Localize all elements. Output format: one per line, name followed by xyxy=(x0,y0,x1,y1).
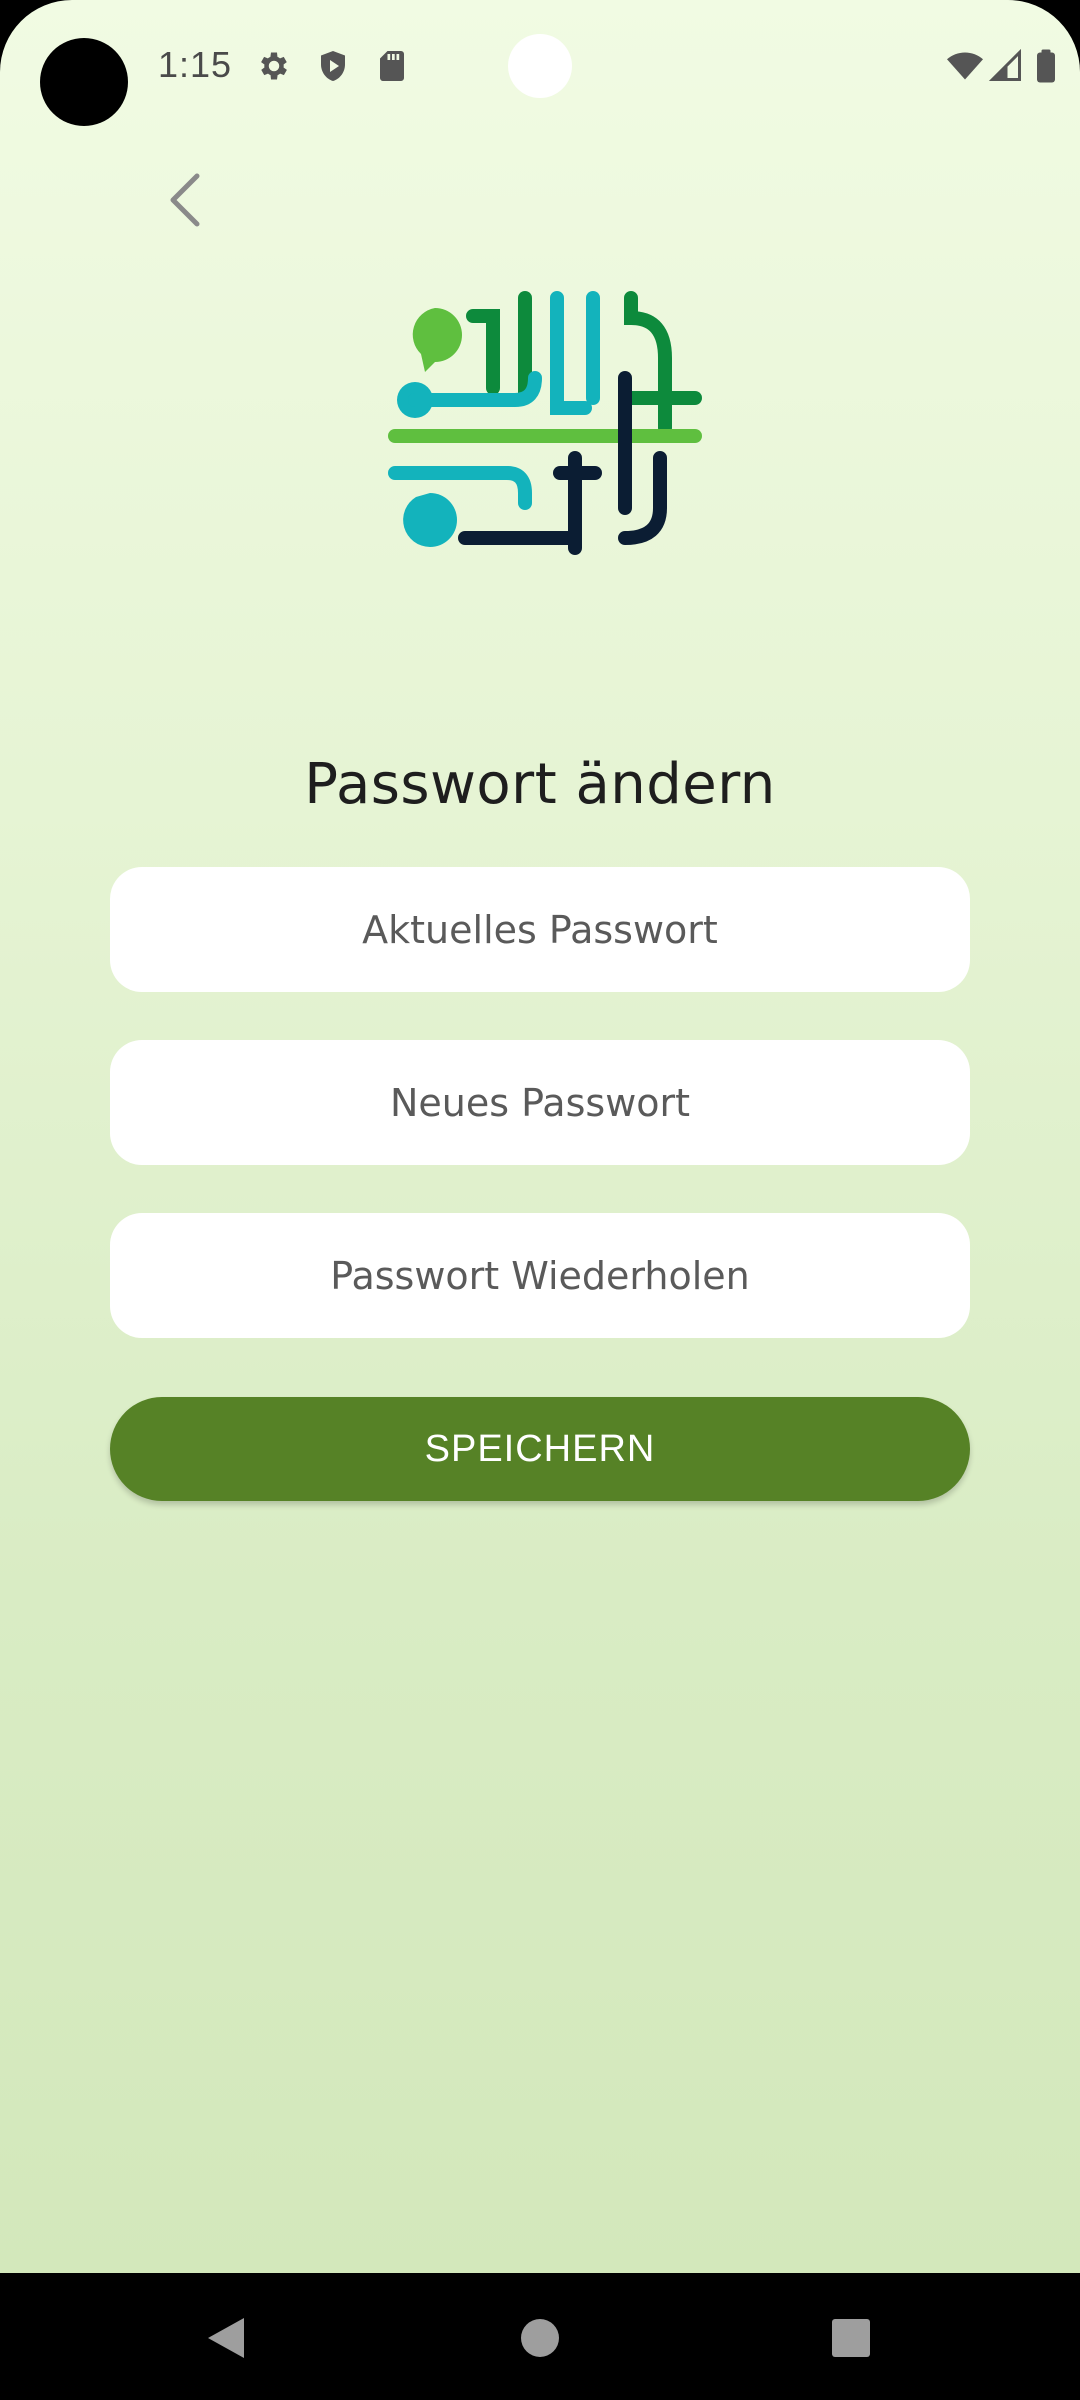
camera-cutout xyxy=(40,38,128,126)
app-background: 1:15 Passwort ändern SPEICHERN xyxy=(0,0,1080,2273)
chevron-left-icon xyxy=(170,173,200,227)
shield-play-icon xyxy=(321,51,345,81)
navigation-bar xyxy=(0,2273,1080,2400)
sd-card-icon xyxy=(380,51,404,81)
nav-recents-icon xyxy=(832,2319,870,2357)
front-sensor xyxy=(508,34,572,98)
nav-back-icon xyxy=(208,2318,244,2358)
signal-icon xyxy=(988,48,1021,81)
app-logo xyxy=(388,291,702,555)
page-title: Passwort ändern xyxy=(304,752,776,817)
status-bar: 1:15 xyxy=(0,0,1080,130)
phone-screen: 1:15 Passwort ändern SPEICHERN xyxy=(0,0,1080,2400)
status-time: 1:15 xyxy=(158,44,233,85)
repeat-password-field[interactable] xyxy=(110,1213,970,1338)
new-password-field[interactable] xyxy=(110,1040,970,1165)
back-button[interactable] xyxy=(150,160,220,240)
nav-home-icon xyxy=(521,2319,559,2357)
nav-back-button[interactable] xyxy=(186,2303,266,2373)
wifi-icon xyxy=(947,52,983,80)
save-button[interactable]: SPEICHERN xyxy=(110,1397,970,1501)
nav-home-button[interactable] xyxy=(500,2303,580,2373)
gear-icon xyxy=(261,52,287,80)
battery-icon xyxy=(1037,49,1055,83)
current-password-field[interactable] xyxy=(110,867,970,992)
nav-recents-button[interactable] xyxy=(811,2303,891,2373)
